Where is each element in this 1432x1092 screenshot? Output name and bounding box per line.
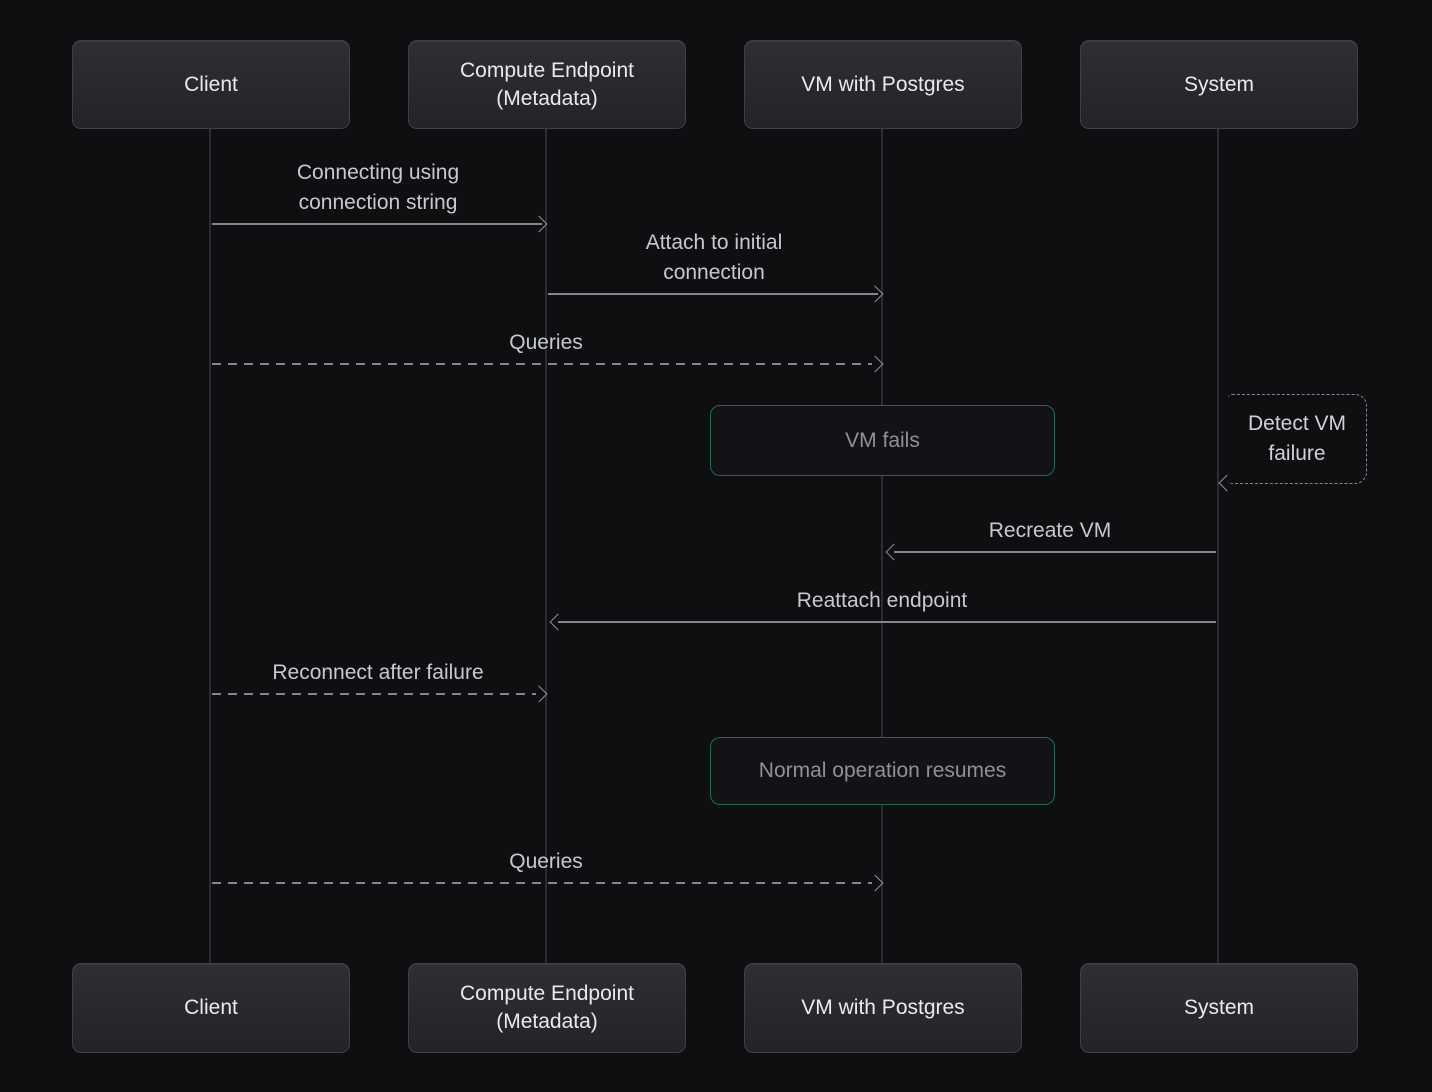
actor-label: System	[1184, 994, 1254, 1022]
actor-client-bottom: Client	[72, 963, 350, 1053]
message-line	[212, 363, 872, 365]
actor-system-bottom: System	[1080, 963, 1358, 1053]
message-label: Reconnect after failure	[210, 658, 546, 688]
message-line	[558, 621, 1216, 623]
actor-compute-endpoint-bottom: Compute Endpoint (Metadata)	[408, 963, 686, 1053]
actor-client-top: Client	[72, 40, 350, 129]
message-label: Queries	[210, 328, 882, 358]
actor-label: Client	[184, 994, 238, 1022]
actor-label: Compute Endpoint (Metadata)	[440, 980, 655, 1036]
arrowhead-left-icon	[886, 544, 903, 561]
message-label: Reattach endpoint	[546, 586, 1218, 616]
actor-label: System	[1184, 71, 1254, 99]
message-line	[212, 223, 542, 225]
message-label: Attach to initial connection	[546, 228, 882, 288]
lifeline-client	[209, 127, 211, 963]
actor-system-top: System	[1080, 40, 1358, 129]
message-line	[894, 551, 1216, 553]
message-line	[212, 882, 872, 884]
self-message-label: Detect VM failure	[1241, 409, 1353, 469]
message-label: Queries	[210, 847, 882, 877]
actor-label: Client	[184, 71, 238, 99]
note-label: VM fails	[845, 429, 920, 453]
message-label: Connecting using connection string	[210, 158, 546, 218]
note-normal-operation-resumes: Normal operation resumes	[710, 737, 1055, 805]
message-label: Recreate VM	[882, 516, 1218, 546]
actor-label: Compute Endpoint (Metadata)	[440, 57, 655, 113]
message-line	[548, 293, 878, 295]
self-message-box: Detect VM failure	[1228, 394, 1367, 484]
actor-vm-postgres-bottom: VM with Postgres	[744, 963, 1022, 1053]
actor-label: VM with Postgres	[801, 71, 964, 99]
arrowhead-left-icon	[550, 614, 567, 631]
actor-vm-postgres-top: VM with Postgres	[744, 40, 1022, 129]
sequence-diagram: Client Compute Endpoint (Metadata) VM wi…	[0, 0, 1432, 1092]
note-label: Normal operation resumes	[759, 759, 1006, 783]
note-vm-fails: VM fails	[710, 405, 1055, 476]
actor-compute-endpoint-top: Compute Endpoint (Metadata)	[408, 40, 686, 129]
actor-label: VM with Postgres	[801, 994, 964, 1022]
message-line	[212, 693, 536, 695]
